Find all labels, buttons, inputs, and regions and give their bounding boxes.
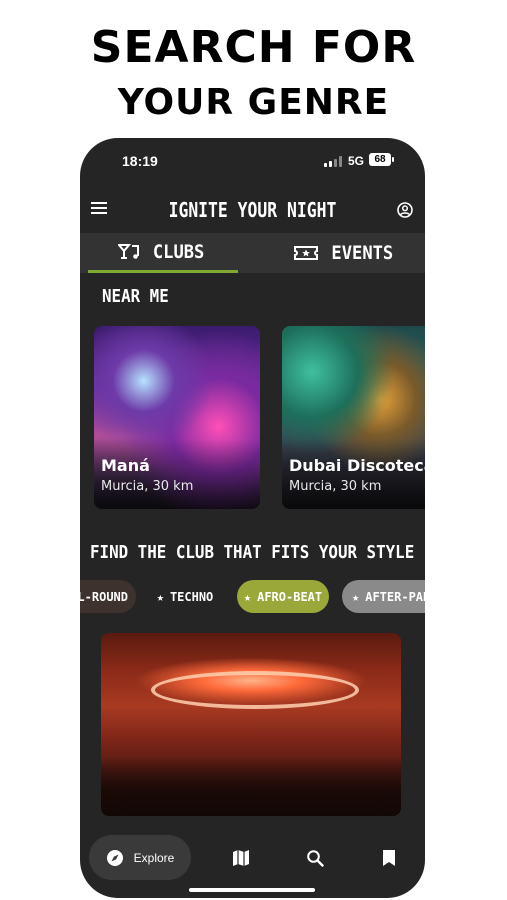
ticket-icon <box>293 246 318 260</box>
club-location: Murcia, 30 km <box>289 479 382 494</box>
star-icon: ★ <box>352 589 360 604</box>
compass-icon <box>106 849 123 866</box>
home-indicator <box>189 888 315 892</box>
style-heading: FIND THE CLUB THAT FITS YOUR STYLE <box>90 542 415 563</box>
club-location: Murcia, 30 km <box>101 479 194 494</box>
club-feature-image[interactable] <box>101 633 401 816</box>
signal-icon <box>324 156 342 167</box>
light-ring <box>151 671 359 709</box>
genre-chip-afro-beat[interactable]: ★ AFRO-BEAT <box>237 580 329 613</box>
search-icon[interactable] <box>306 849 324 867</box>
near-me-heading: NEAR ME <box>102 286 169 307</box>
tab-events[interactable]: EVENTS <box>270 233 420 273</box>
club-card[interactable]: Maná Murcia, 30 km <box>94 326 260 509</box>
app-header: IGNITE YOUR NIGHT <box>80 190 425 230</box>
club-card[interactable]: Dubai Discoteca Murcia, 30 km <box>282 326 425 509</box>
crowd-shade <box>101 756 401 816</box>
genre-chip-label: ALL-ROUND <box>80 589 128 604</box>
genre-chip-label: AFRO-BEAT <box>257 589 323 604</box>
cocktail-music-icon <box>118 243 140 259</box>
tab-bar: CLUBS EVENTS <box>80 233 425 273</box>
club-name: Maná <box>101 456 150 475</box>
star-icon: ★ <box>156 589 164 604</box>
genre-chip-label: AFTER-PARTY <box>365 589 425 604</box>
status-time: 18:19 <box>122 153 158 169</box>
tab-clubs[interactable]: CLUBS <box>88 233 238 273</box>
club-name: Dubai Discoteca <box>289 456 425 475</box>
nav-explore-button[interactable]: Explore <box>89 835 191 880</box>
tab-events-label: EVENTS <box>331 242 393 264</box>
genre-chip-label: TECHNO <box>169 589 214 604</box>
menu-icon[interactable] <box>91 202 107 216</box>
battery-icon: 68 <box>369 153 394 166</box>
bookmark-icon[interactable] <box>380 849 398 867</box>
promo-headline-line2: YOUR GENRE <box>117 82 390 123</box>
profile-icon[interactable] <box>397 202 413 218</box>
nav-explore-label: Explore <box>133 850 175 865</box>
genre-chip-techno[interactable]: ★ TECHNO <box>146 580 224 613</box>
app-title: IGNITE YOUR NIGHT <box>168 198 337 222</box>
phone-screen: 18:19 5G 68 IGNITE YOUR NIGHT CLUBS EVEN… <box>80 138 425 898</box>
status-bar: 18:19 5G 68 <box>80 138 425 184</box>
map-icon[interactable] <box>232 849 250 867</box>
star-icon: ★ <box>243 589 252 604</box>
tab-clubs-label: CLUBS <box>153 240 205 263</box>
genre-chip-after-party[interactable]: ★ AFTER-PARTY <box>342 580 425 613</box>
network-type: 5G <box>348 154 365 168</box>
genre-chip-all-round[interactable]: ALL-ROUND <box>80 580 136 613</box>
promo-headline-line1: SEARCH FOR <box>90 22 417 73</box>
